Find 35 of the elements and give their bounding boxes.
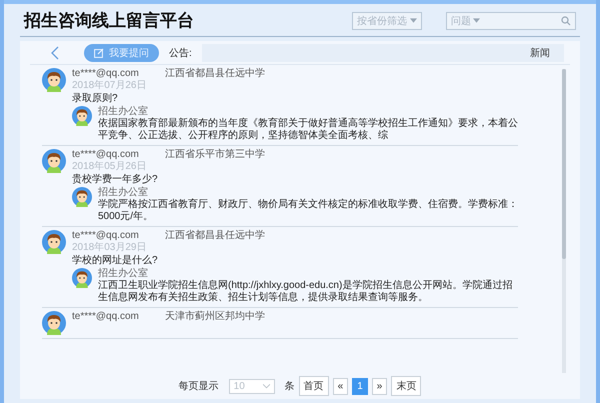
reply-text: 学院严格按江西省教育厅、财政厅、物价局有关文件核定的标准收取学费、住宿费。学费标准：5000元/年。 bbox=[98, 199, 518, 223]
reply-author: 招生办公室 bbox=[98, 268, 149, 280]
category-dropdown[interactable]: 问题 bbox=[451, 14, 471, 28]
reply-author: 招生办公室 bbox=[98, 106, 149, 118]
unit-label: 条 bbox=[284, 380, 295, 393]
user-email: te****@qq.com bbox=[72, 149, 139, 161]
reply-text: 依据国家教育部最新颁布的当年度《教育部关于做好普通高等学校招生工作通知》要求，本着公平竞争、公正选拔、公开程序的原则，坚持德智体美全面考核、综 bbox=[98, 118, 518, 142]
question-text: 学校的网址是什么? bbox=[72, 255, 159, 267]
notice-label: 公告: bbox=[169, 46, 192, 60]
notice-bar: 新闻 bbox=[202, 44, 564, 62]
question-text: 贵校学费一年多少? bbox=[72, 174, 159, 186]
ask-question-button[interactable]: 我要提问 bbox=[84, 44, 159, 62]
post-date: 2018年07月26日 bbox=[72, 80, 148, 92]
page-button[interactable]: « bbox=[332, 378, 348, 394]
reply-author: 招生办公室 bbox=[98, 187, 149, 198]
page-title: 招生咨询线上留言平台 bbox=[24, 10, 195, 32]
user-email: te****@qq.com bbox=[72, 311, 139, 323]
school-name: 江西省乐平市第三中学 bbox=[164, 149, 265, 161]
post-date: 2018年05月26日 bbox=[72, 161, 148, 173]
user-email: te****@qq.com bbox=[72, 230, 139, 242]
search-field[interactable]: 问题 bbox=[446, 12, 576, 30]
page-button[interactable]: 末页 bbox=[391, 376, 422, 396]
page-button[interactable]: » bbox=[372, 378, 388, 394]
post-date: 2018年03月29日 bbox=[72, 242, 148, 254]
school-name: 江西省都昌县任远中学 bbox=[164, 230, 265, 242]
page-button[interactable]: 1 bbox=[352, 378, 368, 394]
per-page-label: 每页显示 bbox=[178, 380, 219, 393]
school-name: 天津市蓟州区邦均中学 bbox=[164, 311, 265, 323]
per-page-dropdown[interactable]: 10 bbox=[228, 378, 275, 394]
user-email: te****@qq.com bbox=[72, 68, 139, 80]
school-name: 江西省都昌县任远中学 bbox=[164, 68, 265, 80]
page-button[interactable]: 首页 bbox=[298, 376, 329, 396]
reply-text: 江西卫生职业学院招生信息网(http://jxhlxy.good-edu.cn)是学院招生信息公开网站。学院通过招生信息网发布有关招生政策、招生计划等信息，提供录取结果查询等服务。 bbox=[98, 280, 514, 304]
question-text: 录取原则? bbox=[72, 93, 119, 105]
province-dropdown[interactable]: 按省份筛选 bbox=[352, 12, 422, 30]
